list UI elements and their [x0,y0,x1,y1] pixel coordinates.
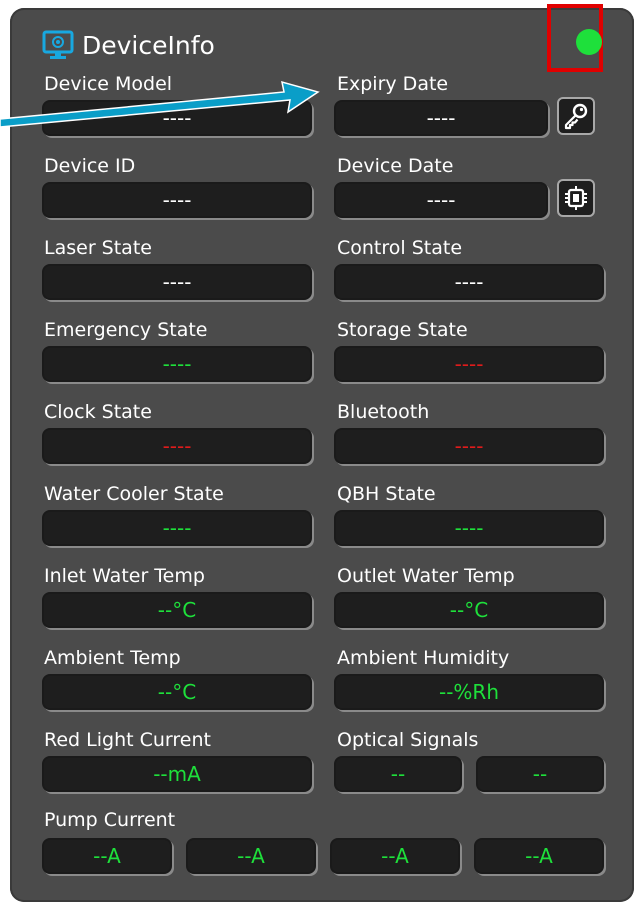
pump-current-value-2: --A [237,844,265,868]
optical-signal-value-2: -- [532,762,548,786]
clock-state-label: Clock State [44,401,152,423]
inlet-water-temp-label: Inlet Water Temp [44,565,205,587]
ambient-temp-value: --°C [157,680,197,704]
red-light-current-value: --mA [153,762,201,786]
red-light-current-field: --mA [42,756,312,792]
pump-current-field-4: --A [474,838,604,874]
qbh-state-value: ---- [454,516,484,540]
monitor-icon [42,30,74,59]
panel-title: DeviceInfo [82,30,215,60]
panel-header: DeviceInfo [42,28,215,62]
emergency-state-field: ---- [42,346,312,382]
optical-signals-label: Optical Signals [337,729,479,751]
storage-state-label: Storage State [337,319,468,341]
chip-button[interactable] [557,179,595,217]
emergency-state-label: Emergency State [44,319,208,341]
device-model-value: ---- [162,106,192,130]
storage-state-value: ---- [454,352,484,376]
device-model-field: ---- [42,100,312,136]
key-button[interactable] [557,97,595,135]
outlet-water-temp-label: Outlet Water Temp [337,565,515,587]
laser-state-field: ---- [42,264,312,300]
device-date-label: Device Date [337,155,454,177]
device-id-value: ---- [162,188,192,212]
clock-state-value: ---- [162,434,192,458]
device-date-field: ---- [334,182,548,218]
pump-current-field-1: --A [42,838,172,874]
control-state-field: ---- [334,264,604,300]
inlet-water-temp-value: --°C [157,598,197,622]
expiry-date-label: Expiry Date [337,73,449,95]
pump-current-value-3: --A [381,844,409,868]
expiry-date-field: ---- [334,100,548,136]
bluetooth-label: Bluetooth [337,401,430,423]
red-light-current-label: Red Light Current [44,729,211,751]
inlet-water-temp-field: --°C [42,592,312,628]
key-icon [564,103,588,130]
chip-icon [565,186,587,210]
optical-signal-field-1: -- [334,756,462,792]
bluetooth-field: ---- [334,428,604,464]
pump-current-value-4: --A [525,844,553,868]
expiry-date-value: ---- [426,106,456,130]
ambient-temp-field: --°C [42,674,312,710]
pump-current-value-1: --A [93,844,121,868]
water-cooler-state-label: Water Cooler State [44,483,224,505]
laser-state-value: ---- [162,270,192,294]
optical-signal-value-1: -- [390,762,406,786]
storage-state-field: ---- [334,346,604,382]
control-state-value: ---- [454,270,484,294]
outlet-water-temp-value: --°C [449,598,489,622]
clock-state-field: ---- [42,428,312,464]
ambient-temp-label: Ambient Temp [44,647,181,669]
qbh-state-label: QBH State [337,483,436,505]
outlet-water-temp-field: --°C [334,592,604,628]
pump-current-field-3: --A [330,838,460,874]
water-cooler-state-field: ---- [42,510,312,546]
ambient-humidity-field: --%Rh [334,674,604,710]
ambient-humidity-label: Ambient Humidity [337,647,510,669]
bluetooth-value: ---- [454,434,484,458]
pump-current-field-2: --A [186,838,316,874]
device-id-label: Device ID [44,155,136,177]
qbh-state-field: ---- [334,510,604,546]
water-cooler-state-value: ---- [162,516,192,540]
optical-signal-field-2: -- [476,756,604,792]
laser-state-label: Laser State [44,237,152,259]
device-model-label: Device Model [44,73,173,95]
ambient-humidity-value: --%Rh [438,680,499,704]
emergency-state-value: ---- [162,352,192,376]
device-date-value: ---- [426,188,456,212]
pump-current-label: Pump Current [44,809,176,831]
connection-status-indicator [576,29,602,55]
control-state-label: Control State [337,237,463,259]
device-id-field: ---- [42,182,312,218]
